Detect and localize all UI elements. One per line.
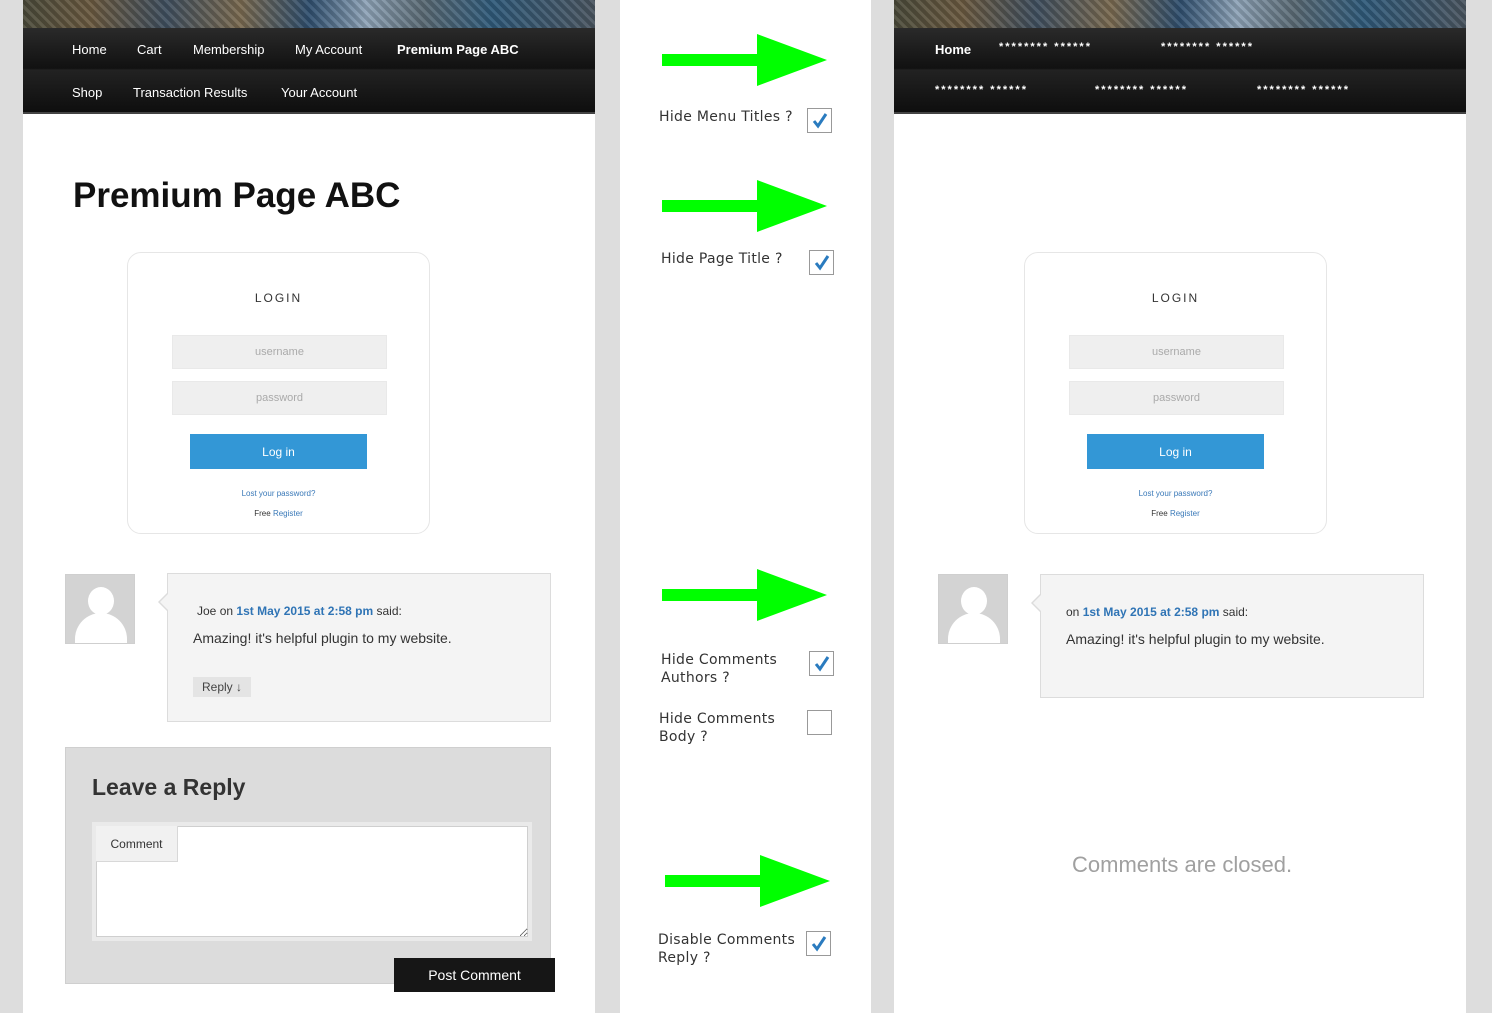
nav-home[interactable]: Home: [72, 42, 107, 57]
hide-menu-titles-label: Hide Menu Titles ?: [659, 109, 793, 125]
login-title: LOGIN: [254, 291, 303, 305]
hide-comments-authors-label: Hide Comments Authors ?: [661, 651, 777, 687]
main-navigation: Home ******** ****** ******** ****** ***…: [894, 28, 1466, 114]
avatar: [938, 574, 1008, 644]
hide-page-title-label: Hide Page Title ?: [661, 251, 783, 267]
nav-masked-item[interactable]: ******** ******: [1161, 41, 1254, 53]
login-button[interactable]: Log in: [1087, 434, 1264, 469]
arrow-right-icon: [662, 34, 827, 86]
arrow-shaft: [662, 589, 762, 601]
main-navigation: Home Cart Membership My Account Premium …: [23, 28, 595, 114]
comment-body: Amazing! it's helpful plugin to my websi…: [193, 630, 452, 646]
free-label: Free: [254, 509, 271, 518]
arrow-shaft: [662, 200, 762, 212]
register-link[interactable]: Register: [1170, 509, 1200, 518]
arrow-head: [757, 569, 827, 621]
nav-masked-item[interactable]: ******** ******: [999, 41, 1092, 53]
comment-field[interactable]: Comment: [92, 822, 532, 941]
checkmark-icon: [814, 656, 830, 672]
nav-masked-item[interactable]: ******** ******: [1257, 84, 1350, 96]
comment-meta: on 1st May 2015 at 2:58 pm said:: [1066, 605, 1248, 619]
post-comment-button[interactable]: Post Comment: [394, 958, 555, 992]
arrow-head: [760, 855, 830, 907]
password-input[interactable]: [172, 381, 387, 415]
label-line-1: Disable Comments: [658, 932, 796, 948]
register-line: Free Register: [1025, 509, 1326, 518]
reply-form-title: Leave a Reply: [92, 774, 246, 800]
comment-said: said:: [1222, 605, 1249, 619]
arrow-right-icon: [662, 569, 827, 621]
nav-premium-page-abc[interactable]: Premium Page ABC: [397, 42, 519, 57]
label-line-2: Body ?: [659, 729, 709, 745]
label-line-1: Hide Comments: [659, 711, 776, 727]
hide-menu-titles-checkbox[interactable]: [807, 108, 832, 133]
password-input[interactable]: [1069, 381, 1284, 415]
nav-shop[interactable]: Shop: [72, 85, 102, 100]
nav-transaction-results[interactable]: Transaction Results: [133, 85, 247, 100]
label-line-1: Hide Comments: [661, 652, 778, 668]
hide-page-title-checkbox[interactable]: [809, 250, 834, 275]
checkmark-icon: [814, 255, 830, 271]
result-page-panel: Home ******** ****** ******** ****** ***…: [894, 0, 1466, 1013]
comment: on 1st May 2015 at 2:58 pm said: Amazing…: [1031, 574, 1424, 698]
disable-comments-reply-label: Disable Comments Reply ?: [658, 931, 795, 967]
arrow-right-icon: [665, 855, 830, 907]
comment-meta: Joe on 1st May 2015 at 2:58 pm said:: [197, 604, 402, 618]
arrow-head: [757, 180, 827, 232]
reply-button[interactable]: Reply ↓: [193, 677, 251, 697]
reply-form: Leave a Reply Comment: [65, 747, 551, 984]
nav-cart[interactable]: Cart: [137, 42, 162, 57]
comment-on: on: [219, 604, 234, 618]
register-line: Free Register: [128, 509, 429, 518]
comment-date-link[interactable]: 1st May 2015 at 2:58 pm: [236, 604, 373, 618]
avatar: [65, 574, 135, 644]
comment-author: Joe: [197, 604, 217, 618]
nav-membership[interactable]: Membership: [193, 42, 265, 57]
login-form: LOGIN Log in Lost your password? Free Re…: [127, 252, 430, 534]
label-line-2: Reply ?: [658, 950, 711, 966]
checkmark-icon: [812, 113, 828, 129]
login-title: LOGIN: [1151, 291, 1200, 305]
arrow-shaft: [662, 54, 762, 66]
arrow-shaft: [665, 875, 765, 887]
hide-comments-body-label: Hide Comments Body ?: [659, 710, 775, 746]
comment-body: Amazing! it's helpful plugin to my websi…: [1066, 631, 1325, 647]
page-title: Premium Page ABC: [73, 176, 401, 215]
hide-comments-body-checkbox[interactable]: [807, 710, 832, 735]
comment-on: on: [1066, 605, 1080, 619]
free-label: Free: [1151, 509, 1168, 518]
username-input[interactable]: [172, 335, 387, 369]
disable-comments-reply-checkbox[interactable]: [806, 931, 831, 956]
comment-label: Comment: [96, 826, 178, 862]
original-page-panel: Home Cart Membership My Account Premium …: [23, 0, 595, 1013]
nav-my-account[interactable]: My Account: [295, 42, 362, 57]
register-link[interactable]: Register: [273, 509, 303, 518]
header-image: [23, 0, 595, 28]
arrow-right-icon: [662, 180, 827, 232]
nav-masked-item[interactable]: ******** ******: [935, 84, 1028, 96]
label-line-2: Authors ?: [661, 670, 731, 686]
options-panel: Hide Menu Titles ? Hide Page Title ? Hid…: [620, 0, 871, 1013]
header-image: [894, 0, 1466, 28]
comment: Joe on 1st May 2015 at 2:58 pm said: Ama…: [158, 573, 551, 722]
nav-your-account[interactable]: Your Account: [281, 85, 357, 100]
nav-home[interactable]: Home: [935, 42, 971, 57]
login-button[interactable]: Log in: [190, 434, 367, 469]
comment-said: said:: [376, 604, 402, 618]
checkmark-icon: [811, 936, 827, 952]
lost-password-link[interactable]: Lost your password?: [128, 489, 429, 498]
lost-password-link[interactable]: Lost your password?: [1025, 489, 1326, 498]
username-input[interactable]: [1069, 335, 1284, 369]
comments-closed-notice: Comments are closed.: [1072, 852, 1293, 877]
hide-comments-authors-checkbox[interactable]: [809, 651, 834, 676]
nav-masked-item[interactable]: ******** ******: [1095, 84, 1188, 96]
arrow-head: [757, 34, 827, 86]
login-form: LOGIN Log in Lost your password? Free Re…: [1024, 252, 1327, 534]
comment-date-link[interactable]: 1st May 2015 at 2:58 pm: [1083, 605, 1220, 619]
